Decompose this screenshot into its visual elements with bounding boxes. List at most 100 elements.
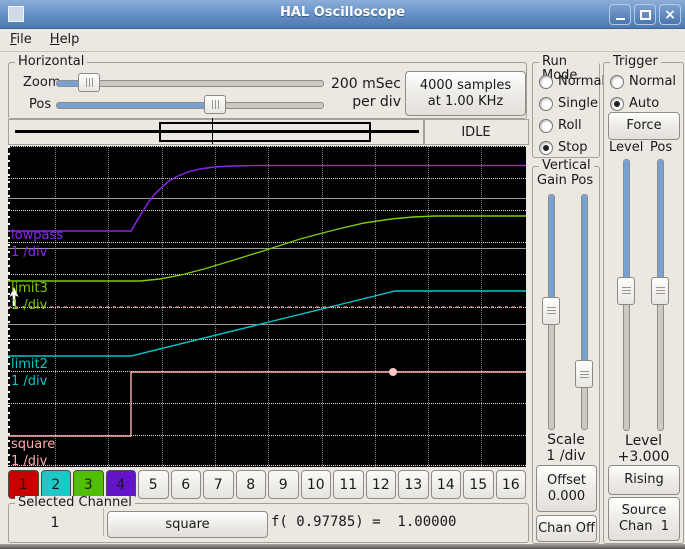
scope-scale-square: 1 /div — [11, 454, 48, 467]
close-button[interactable]: × — [659, 4, 681, 25]
horizontal-pos-slider[interactable] — [56, 95, 324, 114]
edge-button[interactable]: Rising — [608, 465, 680, 495]
pos-label: Pos — [29, 97, 52, 112]
trace-square — [8, 371, 526, 437]
offset-button[interactable]: Offset 0.000 — [536, 465, 597, 512]
channel-button-9[interactable]: 9 — [268, 470, 299, 499]
scope-display[interactable]: lowpass 1 /div limit3 1 /div limit2 1 /div squ… — [8, 146, 526, 467]
slider-thumb[interactable] — [78, 73, 101, 92]
scope-label-square: square — [11, 437, 56, 452]
horizontal-legend: Horizontal — [15, 55, 88, 69]
gain-label: Gain — [537, 173, 567, 188]
trigger-option-normal[interactable]: Normal — [610, 73, 676, 90]
scope-scale-lowpass: 1 /div — [11, 245, 48, 260]
force-button[interactable]: Force — [608, 112, 680, 140]
run-mode-section: Run Mode Normal Single Roll Stop — [532, 55, 605, 158]
channel-source-button[interactable]: square — [107, 511, 268, 538]
trigger-option-label: Auto — [629, 96, 660, 111]
trigger-pos-label: Pos — [650, 140, 673, 155]
menu-help[interactable]: Help — [42, 29, 88, 50]
vpos-label: Pos — [571, 173, 594, 188]
slider-thumb[interactable] — [617, 276, 635, 305]
radio-icon — [610, 96, 624, 111]
scale-readout-value: 1 /div — [546, 448, 586, 464]
channel-button-15[interactable]: 15 — [463, 470, 494, 499]
chan-off-button[interactable]: Chan Off — [536, 515, 597, 542]
trigger-point-marker — [389, 368, 397, 376]
run-mode-option-single[interactable]: Single — [539, 95, 605, 112]
menu-file[interactable]: File — [2, 29, 40, 50]
level-readout-title: Level — [625, 433, 662, 449]
scope-label-limit3: limit3 — [11, 281, 48, 296]
channel-button-10[interactable]: 10 — [300, 470, 331, 499]
acquisition-status: IDLE — [423, 119, 529, 145]
zoom-label: Zoom — [23, 75, 61, 90]
window-bottom-edge — [0, 544, 685, 549]
run-mode-option-stop[interactable]: Stop — [539, 139, 605, 156]
trace-limit2 — [8, 290, 526, 357]
horizontal-zoom-slider[interactable] — [56, 73, 324, 92]
trigger-source-button[interactable]: Source Chan 1 — [608, 497, 680, 541]
channel-button-7[interactable]: 7 — [203, 470, 234, 499]
maximize-icon — [639, 9, 651, 20]
window-title: HAL Oscilloscope — [279, 5, 406, 20]
run-mode-option-normal[interactable]: Normal — [539, 73, 605, 90]
slider-thumb[interactable] — [651, 276, 669, 305]
trace-lowpass — [8, 164, 526, 232]
run-mode-option-label: Normal — [558, 74, 606, 89]
slider-thumb[interactable] — [575, 360, 593, 389]
channel-button-12[interactable]: 12 — [365, 470, 396, 499]
maximize-button[interactable] — [634, 4, 656, 25]
trigger-level-slider[interactable] — [617, 159, 635, 431]
vertical-pos-slider[interactable] — [575, 194, 593, 430]
slider-thumb[interactable] — [204, 95, 227, 114]
run-mode-options: Normal Single Roll Stop — [539, 73, 605, 156]
slider-trough — [56, 102, 324, 109]
channel-button-5[interactable]: 5 — [138, 470, 169, 499]
vertical-section: Vertical Gain Pos Scale 1 /div Offset 0.… — [532, 159, 600, 544]
trigger-legend: Trigger — [610, 55, 661, 69]
scope-scale-limit3: 1 /div — [11, 298, 48, 313]
run-mode-option-label: Single — [558, 96, 598, 111]
view-window-rect — [159, 122, 371, 142]
channel-button-6[interactable]: 6 — [170, 470, 201, 499]
slider-thumb[interactable] — [542, 296, 560, 325]
trigger-options: Normal Auto — [610, 73, 676, 112]
vertical-legend: Vertical — [539, 159, 594, 173]
trigger-option-label: Normal — [629, 74, 677, 89]
scope-scale-limit2: 1 /div — [11, 374, 48, 389]
sample-rate-readout: 200 mSec per div — [330, 76, 401, 110]
waveform-traces — [8, 164, 526, 437]
trace-limit3 — [8, 215, 526, 282]
trigger-option-auto[interactable]: Auto — [610, 95, 676, 112]
run-mode-option-label: Stop — [558, 140, 588, 155]
trigger-pos-slider[interactable] — [651, 159, 669, 431]
title-bar: HAL Oscilloscope × — [0, 0, 685, 29]
record-length-button[interactable]: 4000 samples at 1.00 KHz — [405, 71, 526, 116]
channel-button-11[interactable]: 11 — [333, 470, 364, 499]
channel-button-8[interactable]: 8 — [235, 470, 266, 499]
channel-button-16[interactable]: 16 — [495, 470, 526, 499]
trigger-level-label: Level — [609, 140, 644, 155]
capture-position-indicator — [8, 118, 425, 145]
radio-icon — [539, 96, 553, 111]
radio-icon — [610, 74, 624, 89]
minimize-button[interactable] — [609, 4, 631, 25]
selected-channel-number: 1 — [50, 515, 60, 531]
vertical-gain-slider[interactable] — [542, 194, 560, 430]
scale-readout-title: Scale — [547, 432, 585, 448]
run-mode-option-roll[interactable]: Roll — [539, 117, 605, 134]
value-readout: f( 0.97785) = 1.00000 — [271, 514, 457, 530]
close-icon: × — [664, 6, 676, 23]
channel-button-13[interactable]: 13 — [398, 470, 429, 499]
divider — [103, 508, 104, 536]
selected-channel-legend: Selected Channel — [15, 496, 135, 510]
scope-label-limit2: limit2 — [11, 357, 48, 372]
channel-button-14[interactable]: 14 — [430, 470, 461, 499]
hal-oscilloscope-window: HAL Oscilloscope × File Help Horizontal Z… — [0, 0, 685, 549]
radio-icon — [539, 74, 553, 89]
radio-icon — [539, 118, 553, 133]
trigger-position-mark — [212, 118, 213, 144]
selected-channel-section: Selected Channel 1 square f( 0.97785) = … — [8, 496, 529, 543]
scope-label-lowpass: lowpass — [11, 228, 63, 243]
